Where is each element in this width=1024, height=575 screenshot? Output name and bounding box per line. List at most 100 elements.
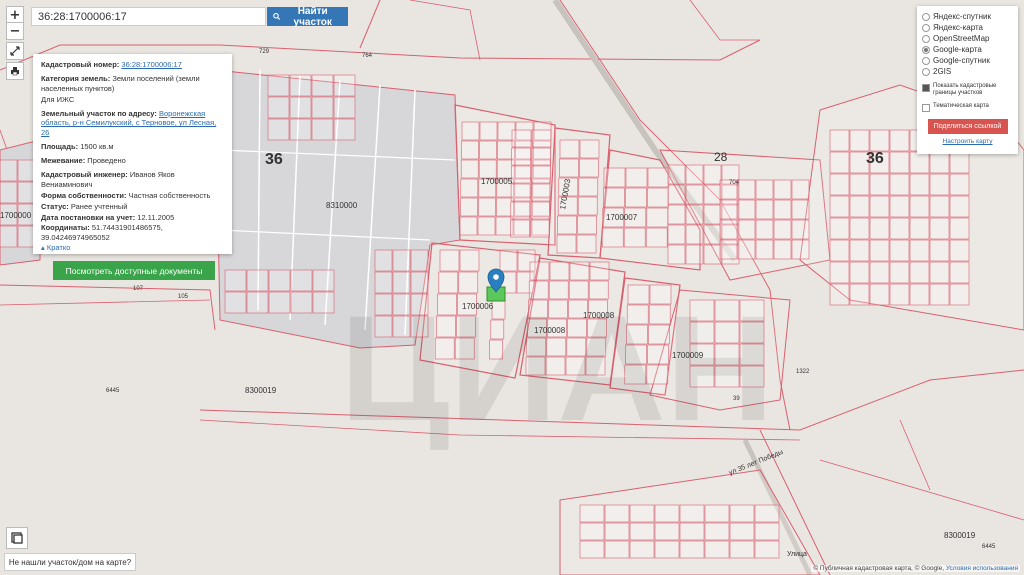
land-parcel[interactable] (667, 224, 686, 245)
land-parcel[interactable] (889, 195, 910, 218)
land-parcel[interactable] (579, 540, 605, 559)
land-parcel[interactable] (909, 217, 930, 240)
land-parcel[interactable] (849, 173, 870, 196)
land-parcel[interactable] (889, 173, 910, 196)
land-parcel[interactable] (289, 96, 312, 119)
land-parcel[interactable] (646, 207, 669, 228)
land-parcel[interactable] (625, 167, 648, 188)
land-parcel[interactable] (719, 199, 738, 220)
land-parcel[interactable] (773, 179, 792, 200)
land-parcel[interactable] (929, 195, 950, 218)
land-parcel[interactable] (849, 239, 870, 262)
land-parcel[interactable] (773, 219, 792, 240)
land-parcel[interactable] (604, 540, 630, 559)
land-parcel[interactable] (267, 74, 290, 97)
land-parcel[interactable] (929, 173, 950, 196)
land-parcel[interactable] (311, 96, 334, 119)
land-parcel[interactable] (510, 219, 530, 238)
zoom-out-button[interactable]: − (6, 22, 24, 40)
land-parcel[interactable] (530, 219, 550, 238)
radio-unselected[interactable] (922, 67, 930, 76)
cadastral-boundaries-toggle[interactable]: Показать кадастровые границы участков (922, 83, 1013, 97)
land-parcel[interactable] (333, 74, 356, 97)
land-parcel[interactable] (869, 129, 890, 152)
land-parcel[interactable] (530, 183, 551, 202)
basemap-option[interactable]: 2GIS (922, 66, 1013, 77)
cadastral-number-link[interactable]: 36:28:1700006:17 (121, 60, 181, 69)
land-parcel[interactable] (703, 184, 722, 205)
land-parcel[interactable] (529, 261, 550, 281)
land-parcel[interactable] (654, 540, 680, 559)
land-parcel[interactable] (667, 164, 686, 185)
land-parcel[interactable] (703, 244, 722, 265)
basemap-option[interactable]: OpenStreetMap (922, 33, 1013, 44)
land-parcel[interactable] (569, 261, 590, 281)
land-parcel[interactable] (461, 140, 479, 160)
land-parcel[interactable] (478, 159, 497, 179)
radio-selected[interactable] (922, 45, 930, 54)
land-parcel[interactable] (703, 224, 722, 245)
land-parcel[interactable] (889, 283, 910, 306)
land-parcel[interactable] (829, 151, 850, 174)
land-parcel[interactable] (829, 173, 850, 196)
land-parcel[interactable] (737, 219, 756, 240)
land-parcel[interactable] (511, 147, 532, 166)
land-parcel[interactable] (679, 540, 705, 559)
land-parcel[interactable] (289, 74, 312, 97)
land-parcel[interactable] (869, 239, 890, 262)
land-parcel[interactable] (889, 261, 910, 284)
land-parcel[interactable] (949, 283, 970, 306)
land-parcel[interactable] (869, 217, 890, 240)
land-parcel[interactable] (479, 121, 498, 141)
land-parcel[interactable] (629, 504, 655, 523)
land-parcel[interactable] (755, 239, 774, 260)
land-parcel[interactable] (549, 261, 570, 281)
land-parcel[interactable] (224, 291, 247, 314)
land-parcel[interactable] (531, 147, 552, 166)
land-parcel[interactable] (510, 201, 531, 220)
land-parcel[interactable] (578, 177, 599, 197)
land-parcel[interactable] (603, 187, 625, 208)
land-parcel[interactable] (754, 504, 780, 523)
checkbox-unchecked[interactable] (922, 104, 930, 113)
land-parcel[interactable] (410, 249, 429, 272)
thematic-map-toggle[interactable]: Тематическая карта (922, 103, 1013, 113)
search-input[interactable] (31, 7, 266, 26)
fullscreen-button[interactable] (6, 42, 24, 60)
land-parcel[interactable] (460, 159, 479, 179)
land-parcel[interactable] (479, 140, 497, 160)
land-parcel[interactable] (289, 118, 312, 141)
land-parcel[interactable] (556, 234, 577, 254)
land-parcel[interactable] (312, 291, 335, 314)
land-parcel[interactable] (719, 239, 738, 260)
land-parcel[interactable] (499, 249, 518, 272)
land-parcel[interactable] (439, 249, 460, 272)
land-parcel[interactable] (754, 540, 780, 559)
land-parcel[interactable] (791, 239, 810, 260)
land-parcel[interactable] (849, 217, 870, 240)
land-parcel[interactable] (755, 179, 774, 200)
land-parcel[interactable] (576, 234, 597, 254)
land-parcel[interactable] (654, 522, 680, 541)
land-parcel[interactable] (623, 227, 646, 248)
land-parcel[interactable] (268, 291, 291, 314)
search-button[interactable]: Найти участок (267, 6, 348, 28)
share-link-button[interactable]: Поделиться ссылкой (927, 119, 1008, 135)
land-parcel[interactable] (949, 195, 970, 218)
basemap-option[interactable]: Яндекс-карта (922, 22, 1013, 33)
land-parcel[interactable] (685, 224, 704, 245)
land-parcel[interactable] (557, 215, 577, 235)
land-parcel[interactable] (849, 283, 870, 306)
land-parcel[interactable] (909, 261, 930, 284)
land-parcel[interactable] (559, 139, 580, 159)
land-parcel[interactable] (949, 239, 970, 262)
land-parcel[interactable] (333, 118, 356, 141)
land-parcel[interactable] (0, 225, 18, 248)
basemap-option[interactable]: Google-карта (922, 44, 1013, 55)
land-parcel[interactable] (685, 204, 704, 225)
land-parcel[interactable] (392, 249, 411, 272)
land-parcel[interactable] (531, 165, 551, 184)
land-parcel[interactable] (889, 217, 910, 240)
land-parcel[interactable] (604, 522, 630, 541)
land-parcel[interactable] (579, 158, 599, 178)
